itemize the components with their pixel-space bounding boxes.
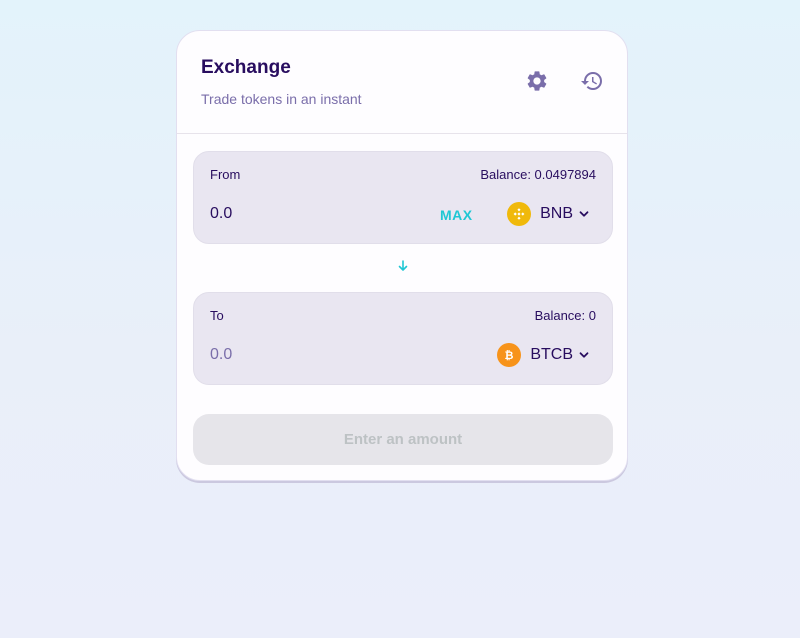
page-title: Exchange bbox=[201, 57, 291, 78]
enter-amount-button[interactable]: Enter an amount bbox=[193, 414, 613, 465]
settings-button[interactable] bbox=[523, 69, 551, 97]
history-button[interactable] bbox=[578, 69, 606, 97]
to-panel: To Balance: 0 ₿ BTCB bbox=[193, 292, 613, 385]
svg-text:₿: ₿ bbox=[505, 349, 514, 362]
from-panel: From Balance: 0.0497894 MAX BNB bbox=[193, 151, 613, 244]
chevron-down-icon bbox=[578, 349, 590, 361]
to-token-symbol: BTCB bbox=[530, 346, 573, 363]
page-subtitle: Trade tokens in an instant bbox=[201, 91, 362, 107]
exchange-card: Exchange Trade tokens in an instant From… bbox=[176, 30, 628, 481]
from-token-symbol: BNB bbox=[540, 205, 573, 222]
from-token-select[interactable]: BNB bbox=[507, 201, 590, 227]
to-balance: Balance: 0 bbox=[534, 308, 596, 323]
from-label: From bbox=[210, 167, 241, 182]
chevron-down-icon bbox=[578, 208, 590, 220]
from-amount-input[interactable] bbox=[210, 205, 400, 223]
switch-tokens-button[interactable] bbox=[395, 259, 411, 278]
max-button[interactable]: MAX bbox=[440, 207, 473, 223]
to-label: To bbox=[210, 308, 224, 323]
exchange-header: Exchange Trade tokens in an instant bbox=[177, 31, 627, 134]
btc-icon: ₿ bbox=[497, 343, 522, 367]
history-icon bbox=[580, 69, 604, 98]
from-balance: Balance: 0.0497894 bbox=[480, 167, 596, 182]
bnb-icon bbox=[507, 202, 532, 226]
arrow-down-icon bbox=[396, 259, 410, 278]
gear-icon bbox=[525, 69, 549, 98]
to-token-select[interactable]: ₿ BTCB bbox=[497, 342, 590, 368]
to-amount-input[interactable] bbox=[210, 346, 400, 364]
